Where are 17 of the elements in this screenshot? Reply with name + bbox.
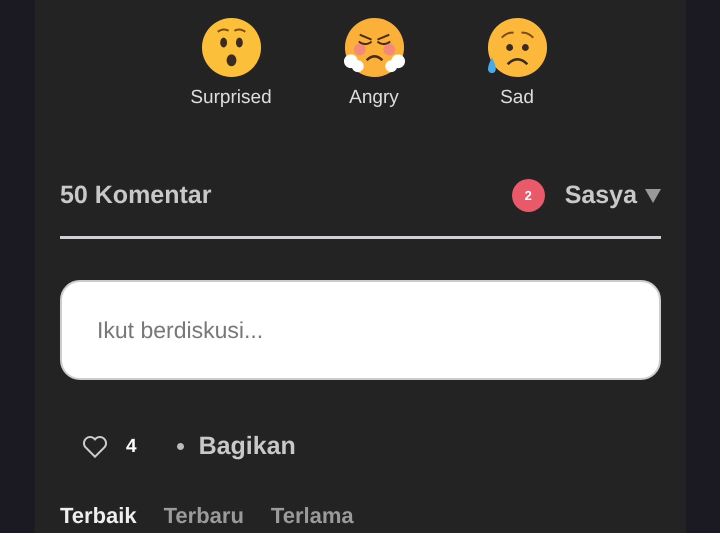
angry-emoji-icon[interactable]: [342, 16, 406, 79]
user-menu[interactable]: Sasya: [564, 181, 637, 210]
heart-icon[interactable]: [82, 434, 108, 458]
sort-tab[interactable]: Terbaru: [164, 503, 244, 529]
sad-emoji-icon[interactable]: [486, 16, 548, 79]
dropdown-caret-icon[interactable]: [645, 188, 661, 202]
comment-input-field[interactable]: Ikut berdiskusi...: [60, 280, 661, 380]
separator-dot: [176, 443, 184, 450]
reaction-label: Angry: [349, 87, 399, 109]
share-link[interactable]: Bagikan: [198, 432, 296, 461]
comment-count: 50 Komentar: [60, 181, 212, 210]
surprised-emoji-icon[interactable]: [200, 16, 262, 79]
sort-tab[interactable]: Terlama: [270, 503, 354, 529]
reaction-label: Surprised: [190, 87, 272, 109]
like-count: 4: [126, 436, 137, 458]
sort-tab[interactable]: Terbaik: [60, 503, 137, 529]
reaction-label: Sad: [500, 87, 534, 109]
